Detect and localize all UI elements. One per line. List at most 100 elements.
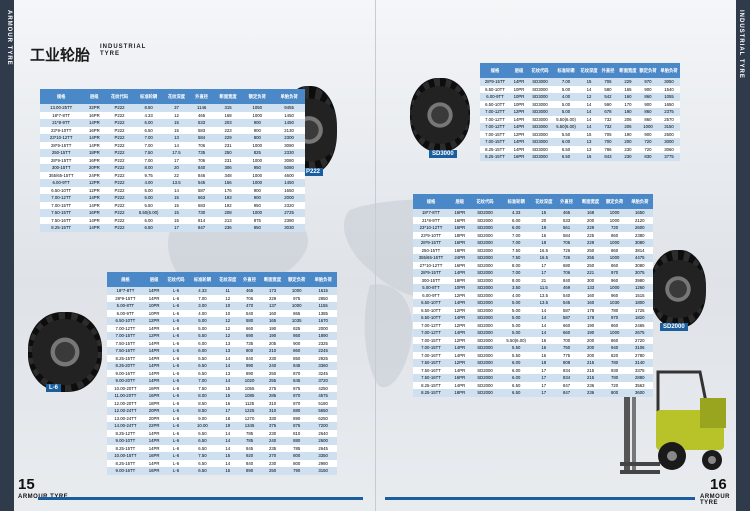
table-cell: P222 [106,216,133,224]
table-cell: 230 [261,354,285,362]
table-cell: 17 [164,224,189,232]
table-cell: 584 [554,231,579,239]
table-cell: 6.00-9TT [480,93,510,101]
table-cell: 1450 [273,111,305,119]
table-cell: 1450 [273,179,305,187]
table-cell: SD3000 [528,108,552,116]
table-cell: 860 [638,115,658,123]
table-cell: P222 [106,126,133,134]
table-row: 11.00-20TT 16PR L-6 8.00 15 1085 285 870 4575 [107,392,337,400]
column-header: 花纹代码 [106,89,133,104]
table-cell: 7.00-15TT [107,332,144,340]
table-header-row: 规格 层级 花纹代码 标准轮辋 花纹深度 外直径 断面宽度 额定负荷 单胎负荷 [40,89,305,104]
table-cell: L-6 [164,467,188,475]
table-cell: 14 [580,123,598,131]
table-cell: 6.50 [552,153,580,161]
table-cell: 12PR [449,306,471,314]
table-cell: 24PR [82,171,107,179]
table-cell: 2130 [273,126,305,134]
table-cell: 5.00-8TT [107,302,144,310]
table-row: 7.00-15TT 14PR P222 5.50 15 683 192 950 2320 [40,201,305,209]
table-row: 9.00-16TT 14PR L-6 6.50 13 890 250 870 3245 [107,369,337,377]
table-cell: 229 [618,78,638,86]
table-row: 27*10-12TT 16PR SD2000 8.00 17 680 250 860 3080 [413,261,653,269]
table-cell: 860 [602,321,627,329]
table-cell: 7.50 [187,384,218,392]
table-cell: 11.5 [532,284,555,292]
table-cell: 28*9-15TT [40,141,83,149]
table-row: 8.25-15TT 14PR L-6 6.50 14 840 230 850 2925 [107,354,337,362]
table-cell: 470 [238,302,262,310]
table-cell: 2720 [626,336,653,344]
table-cell: 735 [238,339,262,347]
table-cell: 250 [578,246,603,254]
table-cell: 13.5 [532,299,555,307]
table-cell: 1000 [241,209,274,217]
table-row: 355/65-15TT 24PR SD2000 7.50 16.5 726 255 1000 4… [413,254,653,262]
table-cell: 12PR [82,186,107,194]
table-cell: 18 [532,359,555,367]
table-cell: 7.50-15TT [413,359,449,367]
tire-l6-label: L-6 [46,384,61,392]
table-cell: 2675 [626,329,653,337]
table-cell: 960 [602,276,627,284]
table-cell: 1650 [626,209,653,217]
table-cell: 12PR [510,108,528,116]
table-cell: 3080 [626,239,653,247]
table-cell: SD2000 [470,239,500,247]
table-cell: 2245 [309,347,337,355]
table-row: 8.25-15TT 14PR L-6 6.50 14 840 230 800 2980 [107,459,337,467]
page-title-en-line1: INDUSTRIAL [100,44,147,50]
table-cell: 14PR [449,344,471,352]
table-cell: 5.00 [499,314,533,322]
table-cell: 17 [532,269,555,277]
table-cell: 165 [261,317,285,325]
table-cell: P222 [106,164,133,172]
table-cell: 6.50 [187,354,218,362]
table-row: 28*9-15TT 14PR P222 7.00 14 706 231 1000 3080 [40,141,305,149]
table-cell: 847 [554,381,579,389]
table-cell: 1000 [602,216,627,224]
table-cell: 190 [618,130,638,138]
table-cell: 4575 [309,392,337,400]
table-cell: 706 [188,141,215,149]
spec-table-l6: 规格 层级 花纹代码 标准轮辋 花纹深度 外直径 断面宽度 额定负荷 单胎负荷 18*7-8TT… [107,272,337,475]
table-cell: 2980 [309,459,337,467]
table-cell: 15 [164,194,189,202]
table-cell: 4600 [273,171,305,179]
table-cell: 6.50 [187,459,218,467]
table-cell: 6.50 [187,444,218,452]
table-cell: P222 [106,111,133,119]
column-header: 标准轮辋 [552,63,580,78]
table-cell: 300-15TT [413,276,449,284]
table-cell: SD3000 [528,115,552,123]
table-cell: 1055 [658,93,680,101]
table-cell: 820 [602,351,627,359]
table-cell: 5.50(6.00) [552,123,580,131]
table-cell: 17.5 [164,149,189,157]
spec-table-p222: 规格 层级 花纹代码 标准轮辋 花纹深度 外直径 断面宽度 额定负荷 单胎负荷 13.00-25… [40,89,305,232]
table-cell: L-6 [164,414,188,422]
table-cell: L-6 [164,407,188,415]
table-cell: 680 [554,261,579,269]
table-cell: 840 [238,354,262,362]
table-cell: L-6 [164,287,188,295]
table-cell: L-6 [164,444,188,452]
table-cell: 8.25-15TT [107,459,144,467]
table-row: 5.00-8TT 10PR L-6 3.00 10 470 137 1000 1155 [107,302,337,310]
column-header: 层级 [82,89,107,104]
table-cell: SD2000 [470,224,500,232]
table-cell: 14PR [143,324,165,332]
table-cell: 705 [598,130,618,138]
table-cell: 860 [602,231,627,239]
table-cell: 580 [238,317,262,325]
table-cell: 583 [188,126,215,134]
table-cell: 310 [261,399,285,407]
table-row: 300-15TT 18PR SD2000 8.00 21 840 300 960 3980 [413,276,653,284]
table-cell: SD2000 [470,306,500,314]
table-cell: 27*10-12TT [413,261,449,269]
table-cell: 533 [188,119,215,127]
tire-sd3000-image [410,78,470,152]
table-cell: 14 [580,100,598,108]
table-cell: SD2000 [470,291,500,299]
